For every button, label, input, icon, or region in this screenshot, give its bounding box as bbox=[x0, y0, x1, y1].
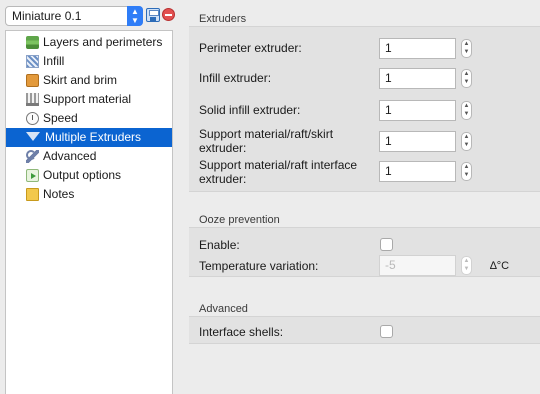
tree-item-label: Layers and perimeters bbox=[43, 35, 163, 49]
notes-icon bbox=[26, 188, 39, 201]
speed-icon bbox=[26, 112, 39, 125]
support-extruder-field[interactable]: 1 bbox=[379, 131, 456, 152]
support-extruder-stepper[interactable]: 1 ▲ ▼ bbox=[379, 131, 472, 152]
save-preset-icon[interactable] bbox=[146, 8, 160, 22]
tree-item-support-material[interactable]: Support material bbox=[6, 90, 172, 109]
extruders-group: Perimeter extruder: 1 ▲ ▼ Infill extruder… bbox=[189, 26, 540, 192]
support-interface-extruder-field[interactable]: 1 bbox=[379, 161, 456, 182]
support-interface-extruder-label-line2: extruder: bbox=[199, 172, 247, 186]
solid-infill-extruder-label: Solid infill extruder: bbox=[199, 103, 301, 117]
infill-extruder-label: Infill extruder: bbox=[199, 71, 272, 85]
tree-item-label: Notes bbox=[43, 187, 75, 201]
interface-shells-checkbox[interactable] bbox=[380, 325, 393, 338]
ooze-enable-label: Enable: bbox=[199, 238, 240, 252]
temperature-variation-label: Temperature variation: bbox=[199, 259, 319, 273]
tree-item-label: Skirt and brim bbox=[43, 73, 118, 87]
ooze-prevention-group: Enable: Temperature variation: -5 ▲ ▼ ∆°C bbox=[189, 227, 540, 277]
support-material-icon bbox=[26, 93, 39, 106]
temperature-variation-unit: ∆°C bbox=[490, 260, 510, 272]
funnel-icon bbox=[26, 132, 40, 141]
support-extruder-label-line1: Support material/raft/skirt bbox=[199, 127, 334, 141]
layers-icon bbox=[26, 36, 39, 49]
advanced-group: Interface shells: bbox=[189, 316, 540, 344]
preset-select[interactable]: Miniature 0.1 ▲ ▼ bbox=[5, 6, 143, 26]
tree-item-label: Multiple Extruders bbox=[45, 130, 142, 144]
settings-panel: Extruders Perimeter extruder: 1 ▲ ▼ Infil… bbox=[189, 0, 540, 394]
interface-shells-label: Interface shells: bbox=[199, 325, 284, 339]
support-extruder-label: Support material/raft/skirt extruder: bbox=[199, 127, 333, 155]
section-title-advanced: Advanced bbox=[199, 303, 248, 315]
stepper-arrows-icon[interactable]: ▲ ▼ bbox=[461, 69, 472, 88]
stepper-arrows-icon[interactable]: ▲ ▼ bbox=[461, 132, 472, 151]
skirt-brim-icon bbox=[26, 74, 39, 87]
delete-preset-icon[interactable] bbox=[162, 8, 175, 21]
tree-item-layers-and-perimeters[interactable]: Layers and perimeters bbox=[6, 33, 172, 52]
tree-item-notes[interactable]: Notes bbox=[6, 185, 172, 204]
infill-icon bbox=[26, 55, 39, 68]
tree-item-skirt-and-brim[interactable]: Skirt and brim bbox=[6, 71, 172, 90]
settings-tree: Layers and perimeters Infill Skirt and b… bbox=[5, 30, 173, 394]
tree-item-label: Support material bbox=[43, 92, 132, 106]
perimeter-extruder-field[interactable]: 1 bbox=[379, 38, 456, 59]
tree-item-label: Infill bbox=[43, 54, 65, 68]
section-title-ooze-prevention: Ooze prevention bbox=[199, 214, 280, 226]
tree-item-multiple-extruders[interactable]: Multiple Extruders bbox=[6, 128, 172, 147]
support-interface-extruder-label-line1: Support material/raft interface bbox=[199, 158, 358, 172]
tree-item-speed[interactable]: Speed bbox=[6, 109, 172, 128]
infill-extruder-field[interactable]: 1 bbox=[379, 68, 456, 89]
tree-item-label: Output options bbox=[43, 168, 122, 182]
preset-select-value: Miniature 0.1 bbox=[12, 9, 82, 23]
output-options-icon bbox=[26, 169, 39, 182]
solid-infill-extruder-stepper[interactable]: 1 ▲ ▼ bbox=[379, 100, 472, 121]
perimeter-extruder-label: Perimeter extruder: bbox=[199, 41, 302, 55]
support-interface-extruder-stepper[interactable]: 1 ▲ ▼ bbox=[379, 161, 472, 182]
support-interface-extruder-label: Support material/raft interface extruder… bbox=[199, 158, 357, 186]
chevron-up-down-icon[interactable]: ▲ ▼ bbox=[127, 6, 143, 26]
support-extruder-label-line2: extruder: bbox=[199, 141, 247, 155]
tree-item-output-options[interactable]: Output options bbox=[6, 166, 172, 185]
infill-extruder-stepper[interactable]: 1 ▲ ▼ bbox=[379, 68, 472, 89]
tree-item-label: Advanced bbox=[43, 149, 97, 163]
solid-infill-extruder-field[interactable]: 1 bbox=[379, 100, 456, 121]
tree-item-infill[interactable]: Infill bbox=[6, 52, 172, 71]
temperature-variation-stepper[interactable]: -5 ▲ ▼ bbox=[379, 255, 472, 276]
stepper-arrows-icon[interactable]: ▲ ▼ bbox=[461, 101, 472, 120]
perimeter-extruder-stepper[interactable]: 1 ▲ ▼ bbox=[379, 38, 472, 59]
section-title-extruders: Extruders bbox=[199, 13, 247, 25]
stepper-arrows-icon[interactable]: ▲ ▼ bbox=[461, 256, 472, 275]
tree-item-label: Speed bbox=[43, 111, 78, 125]
wrench-icon bbox=[26, 150, 39, 163]
stepper-arrows-icon[interactable]: ▲ ▼ bbox=[461, 162, 472, 181]
ooze-enable-checkbox[interactable] bbox=[380, 238, 393, 251]
stepper-arrows-icon[interactable]: ▲ ▼ bbox=[461, 39, 472, 58]
tree-item-advanced[interactable]: Advanced bbox=[6, 147, 172, 166]
temperature-variation-field[interactable]: -5 bbox=[379, 255, 456, 276]
